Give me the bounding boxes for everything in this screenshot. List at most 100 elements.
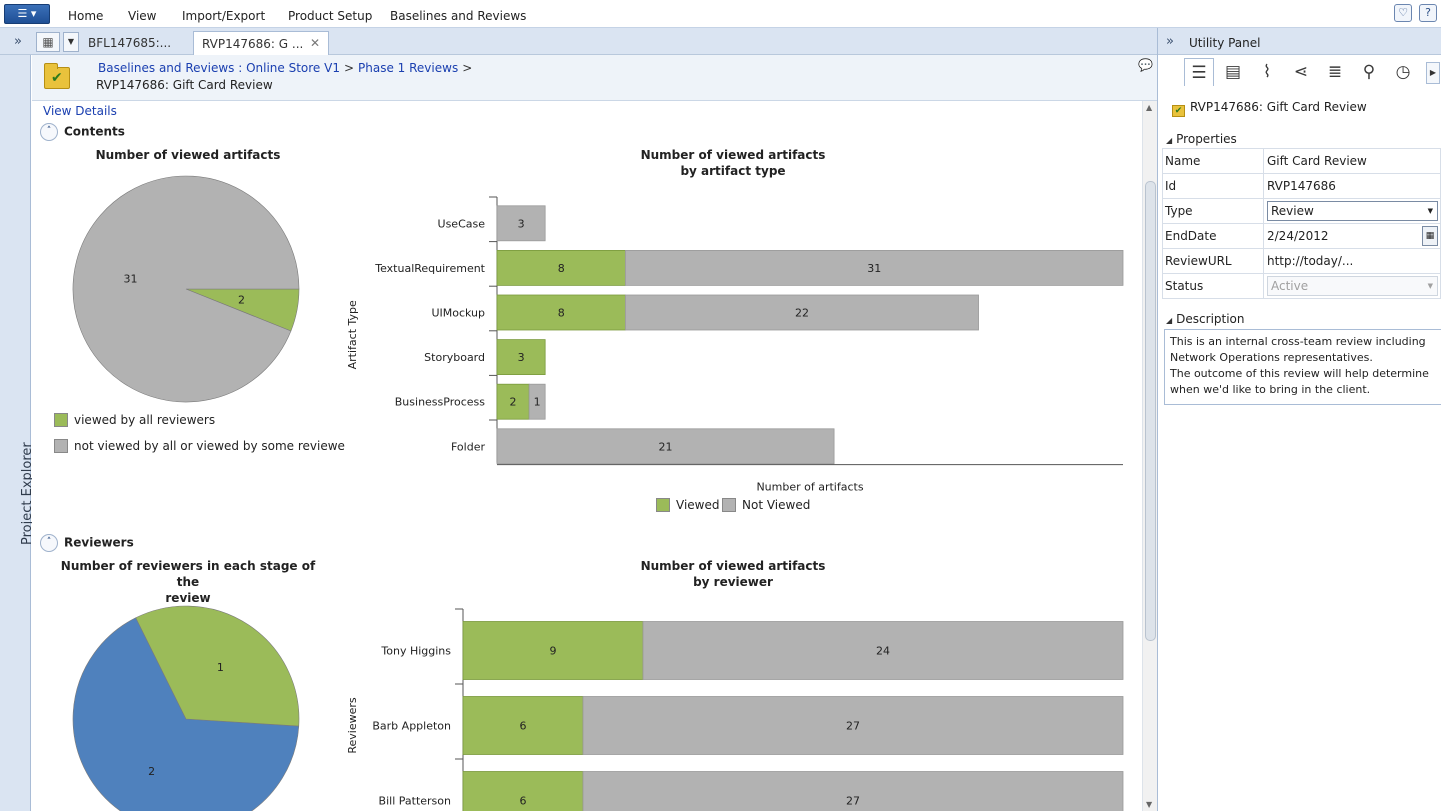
description-line: when we'd like to bring in the client.	[1170, 383, 1371, 396]
reviewurl-field[interactable]: http://today/...	[1263, 248, 1441, 274]
history-icon[interactable]: ◷	[1388, 58, 1418, 86]
legend-label: viewed by all reviewers	[74, 413, 216, 427]
properties-table: Name Gift Card Review Id RVP147686 Type Rev…	[1162, 148, 1441, 299]
help-icon[interactable]: ?	[1419, 4, 1437, 22]
calendar-icon[interactable]: ▦	[1422, 226, 1438, 246]
bar-value-label: 21	[659, 440, 673, 453]
chart-title-line: by reviewer	[693, 575, 773, 589]
description-line: Network Operations representatives.	[1170, 351, 1373, 364]
search-icon[interactable]: ⚲	[1354, 58, 1384, 86]
breadcrumb-separator: >	[462, 61, 473, 75]
tab-label: RVP147686: G ...	[202, 37, 304, 51]
category-label: UseCase	[438, 217, 486, 230]
chart-title-line: by artifact type	[680, 164, 786, 178]
main-scrollbar[interactable]: ▲ ▼	[1142, 101, 1157, 811]
review-folder-icon: ✔	[44, 63, 70, 89]
type-select[interactable]: Review ▼	[1267, 201, 1438, 221]
y-axis-title: Reviewers	[346, 697, 359, 754]
menu-baselines-and-reviews[interactable]: Baselines and Reviews	[390, 9, 526, 23]
scroll-down-icon[interactable]: ▼	[1146, 800, 1152, 809]
contents-section-header: ˄ Contents	[40, 123, 125, 141]
description-group-header[interactable]: ◢ Description	[1166, 312, 1245, 326]
bar-value-label: 22	[795, 307, 809, 320]
tab-bfl147685[interactable]: BFL147685:...	[80, 31, 188, 55]
status-value: Active	[1271, 279, 1309, 293]
property-key: ReviewURL	[1162, 248, 1264, 274]
pie-slice-label: 2	[148, 765, 155, 778]
reviewers-section-header: ˄ Reviewers	[40, 534, 134, 552]
pie-slice-label: 31	[124, 272, 138, 285]
category-label: Storyboard	[424, 351, 485, 364]
enddate-field[interactable]: 2/24/2012 ▦	[1267, 226, 1438, 246]
property-key: Type	[1162, 198, 1264, 224]
tab-list-dropdown-icon[interactable]: ▼	[63, 32, 79, 52]
legend-viewed: Viewed	[656, 498, 719, 512]
favorites-icon[interactable]: ♡	[1394, 4, 1413, 22]
category-label: Barb Appleton	[372, 720, 451, 733]
comments-icon[interactable]: ▤	[1218, 58, 1248, 86]
legend-not-viewed: Not Viewed	[722, 498, 810, 512]
tab-rvp147686[interactable]: RVP147686: G ... ✕	[193, 31, 329, 55]
description-line: The outcome of this review will help det…	[1170, 367, 1429, 380]
bar-value-label: 1	[534, 396, 541, 409]
property-row: ReviewURL http://today/...	[1162, 248, 1441, 274]
artifact-type-bar-chart: UseCase 3TextualRequirement 8 31UIMockup 8 22…	[346, 196, 1124, 494]
y-axis-title: Artifact Type	[346, 300, 359, 369]
category-label: Folder	[451, 440, 485, 453]
legend-not-viewed: not viewed by all or viewed by some revi…	[54, 439, 345, 453]
expand-triangle-icon: ◢	[1166, 136, 1173, 145]
enddate-value: 2/24/2012	[1267, 229, 1329, 243]
collapse-icon[interactable]: ˄	[40, 534, 58, 552]
page-header: ✔ Baselines and Reviews : Online Store V…	[32, 55, 1157, 101]
property-key: EndDate	[1162, 223, 1264, 249]
status-cell: Active ▼	[1263, 273, 1441, 299]
page-title: RVP147686: Gift Card Review	[96, 78, 273, 92]
description-field[interactable]: This is an internal cross-team review in…	[1164, 329, 1441, 405]
breadcrumb-link-phase1[interactable]: Phase 1 Reviews	[358, 61, 458, 75]
app-menu-button[interactable]: ☰ ▾	[4, 4, 50, 24]
properties-group-header[interactable]: ◢ Properties	[1166, 132, 1237, 146]
legend-swatch	[54, 439, 68, 453]
property-row: EndDate 2/24/2012 ▦	[1162, 223, 1441, 249]
collapse-utility-icon[interactable]: »	[1166, 34, 1174, 49]
type-cell: Review ▼	[1263, 198, 1441, 224]
chart-title: Number of viewed artifacts	[95, 148, 281, 162]
legend-swatch	[722, 498, 736, 512]
menu-home[interactable]: Home	[68, 9, 103, 23]
comments-user-icon[interactable]: 💬	[1138, 58, 1153, 72]
breadcrumb-link-baselines[interactable]: Baselines and Reviews : Online Store V1	[98, 61, 340, 75]
legend-swatch	[54, 413, 68, 427]
menu-product-setup[interactable]: Product Setup	[288, 9, 372, 23]
attachments-icon[interactable]: ⌇	[1252, 58, 1282, 86]
status-select: Active ▼	[1267, 276, 1438, 296]
legend-label: Viewed	[676, 498, 720, 512]
tab-label: BFL147685:...	[88, 36, 172, 50]
details-icon[interactable]: ☰	[1184, 58, 1214, 86]
name-field[interactable]: Gift Card Review	[1263, 148, 1441, 174]
chart-title: Number of viewed artifacts by reviewer	[533, 558, 933, 590]
view-details-link[interactable]: View Details	[43, 104, 117, 118]
bar-value-label: 2	[510, 396, 517, 409]
next-tabs-icon[interactable]: ▶	[1426, 62, 1440, 84]
menu-import-export[interactable]: Import/Export	[182, 9, 265, 23]
bar-value-label: 24	[876, 645, 890, 658]
tab-grid-icon[interactable]: ▦	[36, 32, 60, 52]
expand-explorer-icon[interactable]: »	[14, 34, 22, 49]
menu-view[interactable]: View	[128, 9, 156, 23]
collapse-icon[interactable]: ˄	[40, 123, 58, 141]
selected-item-title: ✔ RVP147686: Gift Card Review	[1172, 100, 1367, 117]
project-explorer-rail[interactable]: Project Explorer	[0, 55, 35, 811]
bar-value-label: 31	[867, 262, 881, 275]
scroll-thumb[interactable]	[1145, 181, 1156, 641]
chart-title: Number of viewed artifacts by artifact t…	[533, 147, 933, 179]
relationships-icon[interactable]: ⋖	[1286, 58, 1316, 86]
bar-value-label: 3	[518, 351, 525, 364]
close-tab-icon[interactable]: ✕	[310, 36, 320, 50]
menu-bar: ☰ ▾ Home View Import/Export Product Setu…	[0, 0, 1441, 28]
chart-title-line: Number of reviewers in each stage of the	[60, 559, 316, 589]
id-field: RVP147686	[1263, 173, 1441, 199]
outline-icon[interactable]: ≣	[1320, 58, 1350, 86]
properties-label: Properties	[1176, 132, 1237, 146]
enddate-cell: 2/24/2012 ▦	[1263, 223, 1441, 249]
scroll-up-icon[interactable]: ▲	[1146, 103, 1152, 112]
